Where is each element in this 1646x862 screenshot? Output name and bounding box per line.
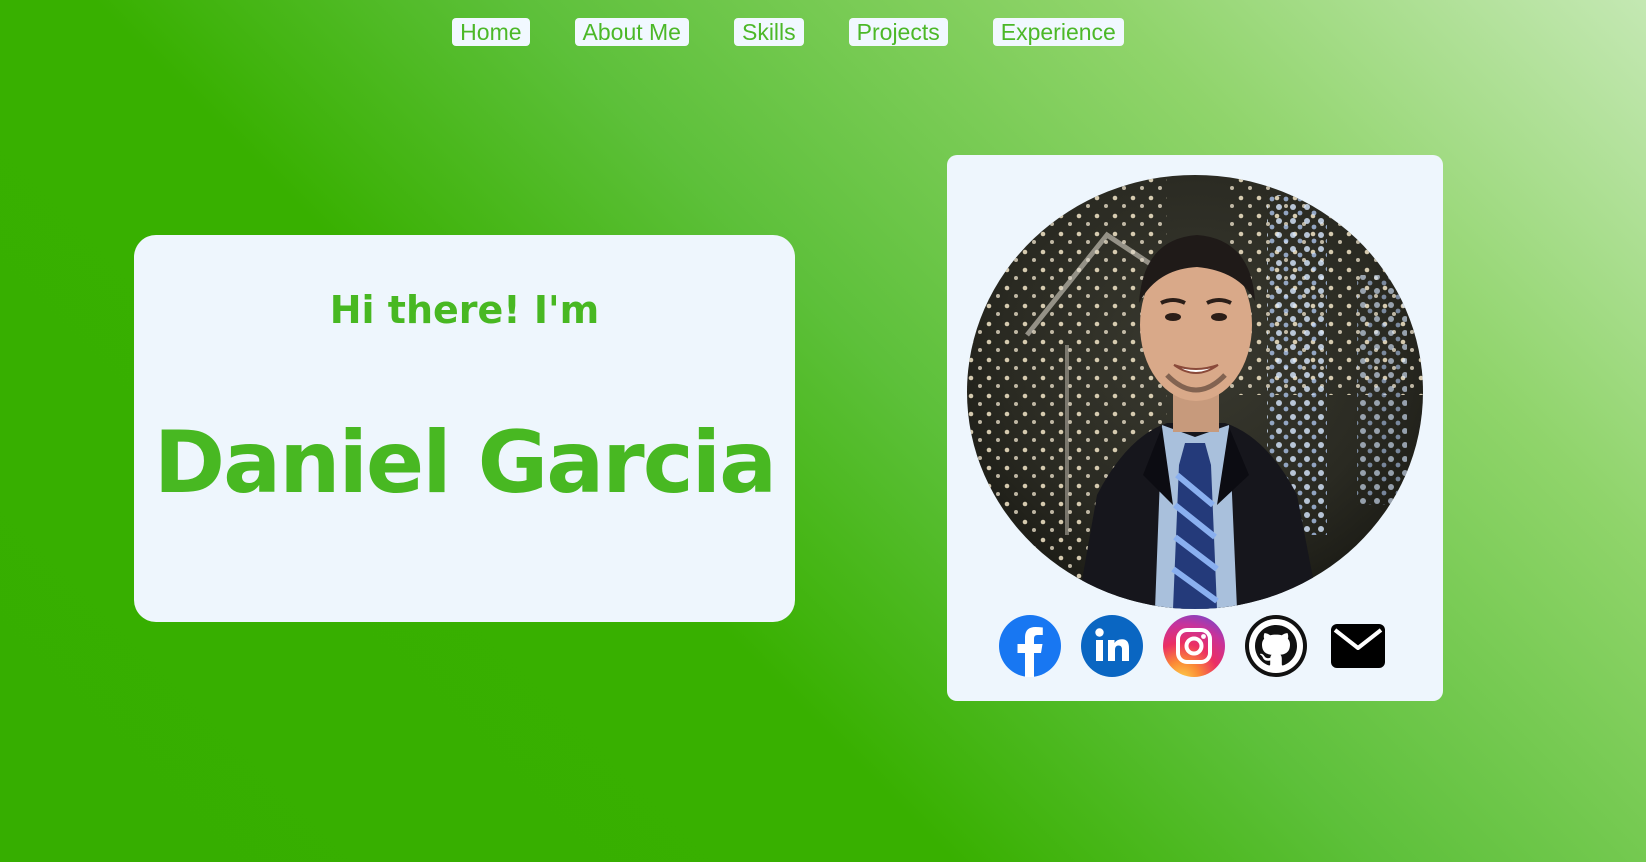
social-links [999,615,1389,677]
greeting-text: Hi there! I'm [329,288,600,332]
profile-photo [967,175,1423,609]
name-heading: Daniel Garcia [153,413,777,513]
nav-experience-link[interactable]: Experience [992,18,1124,46]
email-icon[interactable] [1327,615,1389,677]
nav-home-link[interactable]: Home [452,18,530,46]
main-nav: Home About Me Skills Projects Experience [0,18,1576,46]
linkedin-icon[interactable] [1081,615,1143,677]
nav-skills-link[interactable]: Skills [733,18,804,46]
instagram-icon[interactable] [1163,615,1225,677]
profile-card [947,155,1443,701]
nav-about-me-link[interactable]: About Me [574,18,689,46]
facebook-icon[interactable] [999,615,1061,677]
intro-card: Hi there! I'm Daniel Garcia [134,235,795,622]
nav-projects-link[interactable]: Projects [848,18,948,46]
github-icon[interactable] [1245,615,1307,677]
